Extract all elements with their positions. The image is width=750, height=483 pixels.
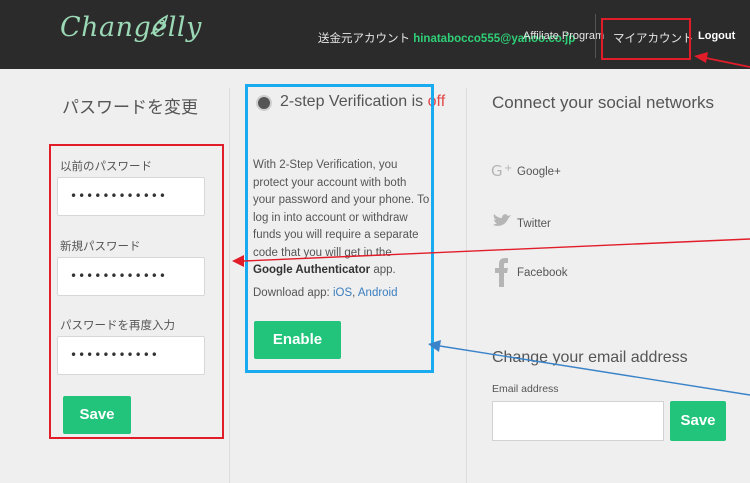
arrow-to-account bbox=[705, 57, 750, 68]
arrow-to-account-head bbox=[694, 52, 708, 63]
arrow-to-two-step bbox=[439, 345, 750, 396]
arrow-to-password bbox=[243, 238, 750, 262]
annotation-arrows bbox=[232, 52, 750, 396]
arrow-to-two-step-head bbox=[428, 340, 441, 352]
arrow-to-password-head bbox=[232, 255, 244, 267]
